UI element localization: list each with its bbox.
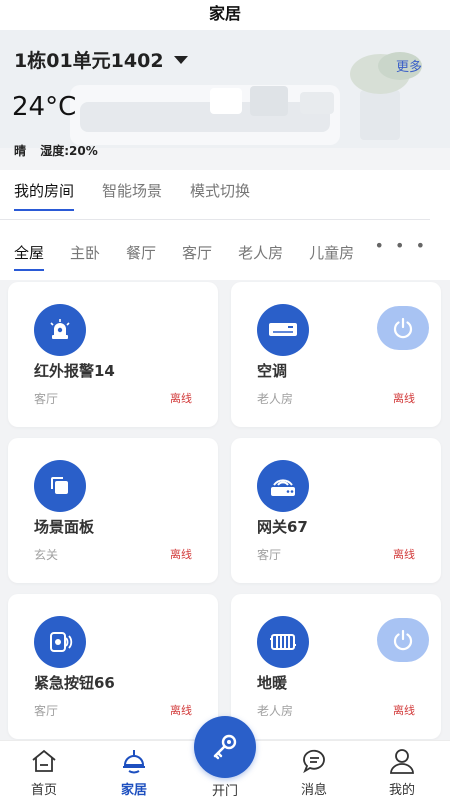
floor-heating-icon bbox=[257, 616, 309, 668]
open-door-button[interactable] bbox=[194, 716, 256, 778]
device-room: 老人房 bbox=[257, 392, 294, 406]
nav-home[interactable]: 首页 bbox=[14, 747, 74, 798]
weather-condition: 晴 bbox=[14, 144, 27, 158]
house-name-label: 1栋01单元1402 bbox=[14, 50, 164, 72]
house-selector[interactable]: 1栋01单元1402 bbox=[14, 46, 188, 73]
key-icon bbox=[213, 734, 237, 760]
tabs-panel: 我的房间 智能场景 模式切换 全屋 主卧 餐厅 客厅 老人房 儿童房 • • • bbox=[0, 170, 450, 280]
device-status: 离线 bbox=[170, 548, 192, 561]
primary-tabs: 我的房间 智能场景 模式切换 bbox=[14, 180, 278, 211]
scene-panel-icon bbox=[34, 460, 86, 512]
nav-messages[interactable]: 消息 bbox=[284, 747, 344, 798]
device-name: 场景面板 bbox=[34, 518, 95, 536]
nav-mine[interactable]: 我的 bbox=[372, 747, 432, 798]
tab-mode-switch[interactable]: 模式切换 bbox=[190, 180, 250, 211]
room-tab-elderly-room[interactable]: 老人房 bbox=[238, 242, 283, 271]
home-header: 1栋01单元1402 更多 24°C 晴 湿度:20% bbox=[0, 30, 450, 170]
device-name: 紧急按钮66 bbox=[34, 674, 115, 692]
power-toggle-icon[interactable] bbox=[377, 306, 429, 350]
weather-info: 晴 湿度:20% bbox=[14, 142, 98, 159]
device-name: 网关67 bbox=[257, 518, 308, 536]
device-status: 离线 bbox=[170, 392, 192, 405]
page-title: 家居 bbox=[0, 0, 450, 30]
nav-smart-home-label: 家居 bbox=[120, 783, 147, 798]
device-name: 地暖 bbox=[257, 674, 288, 692]
caret-down-icon bbox=[173, 55, 188, 64]
device-name: 空调 bbox=[257, 362, 288, 380]
smart-home-icon bbox=[104, 747, 164, 775]
device-room: 客厅 bbox=[257, 548, 282, 562]
air-conditioner-icon bbox=[257, 304, 309, 356]
humidity-value: 湿度:20% bbox=[40, 144, 98, 158]
nav-home-label: 首页 bbox=[30, 783, 57, 798]
temperature-value: 24°C bbox=[12, 92, 77, 122]
device-card[interactable]: 红外报警14 客厅 离线 bbox=[8, 282, 218, 427]
room-tab-children-room[interactable]: 儿童房 bbox=[309, 242, 354, 271]
device-status: 离线 bbox=[393, 392, 415, 405]
home-icon bbox=[14, 747, 74, 775]
room-tab-all[interactable]: 全屋 bbox=[14, 242, 45, 271]
power-toggle-icon[interactable] bbox=[377, 618, 429, 662]
room-tabs: 全屋 主卧 餐厅 客厅 老人房 儿童房 bbox=[14, 242, 394, 271]
user-icon bbox=[372, 747, 432, 775]
device-card[interactable]: 地暖 老人房 离线 bbox=[231, 594, 441, 739]
device-grid: 红外报警14 客厅 离线 空调 老人房 离线 场景面板 玄关 离线 网关67 客… bbox=[0, 282, 450, 740]
device-room: 客厅 bbox=[34, 704, 59, 718]
room-tab-dining-room[interactable]: 餐厅 bbox=[126, 242, 156, 271]
tab-smart-scenes[interactable]: 智能场景 bbox=[102, 180, 162, 211]
message-icon bbox=[284, 747, 344, 775]
more-link[interactable]: 更多 bbox=[396, 56, 422, 75]
device-room: 客厅 bbox=[34, 392, 59, 406]
gateway-icon bbox=[257, 460, 309, 512]
device-name: 红外报警14 bbox=[34, 362, 115, 380]
device-card[interactable]: 空调 老人房 离线 bbox=[231, 282, 441, 427]
alarm-icon bbox=[34, 304, 86, 356]
more-rooms-icon[interactable]: • • • bbox=[375, 236, 428, 255]
device-card[interactable]: 场景面板 玄关 离线 bbox=[8, 438, 218, 583]
device-status: 离线 bbox=[393, 548, 415, 561]
device-room: 老人房 bbox=[257, 704, 294, 718]
room-tab-living-room[interactable]: 客厅 bbox=[182, 242, 212, 271]
open-door-label: 开门 bbox=[211, 784, 238, 799]
device-card[interactable]: 网关67 客厅 离线 bbox=[231, 438, 441, 583]
tab-my-rooms[interactable]: 我的房间 bbox=[14, 180, 75, 211]
room-tab-master-bedroom[interactable]: 主卧 bbox=[70, 242, 100, 271]
device-room: 玄关 bbox=[34, 548, 59, 562]
emergency-button-icon bbox=[34, 616, 86, 668]
nav-messages-label: 消息 bbox=[300, 783, 327, 798]
divider bbox=[0, 219, 430, 220]
device-status: 离线 bbox=[170, 704, 192, 717]
device-card[interactable]: 紧急按钮66 客厅 离线 bbox=[8, 594, 218, 739]
nav-mine-label: 我的 bbox=[388, 783, 415, 798]
device-status: 离线 bbox=[393, 704, 415, 717]
nav-smart-home[interactable]: 家居 bbox=[104, 747, 164, 798]
